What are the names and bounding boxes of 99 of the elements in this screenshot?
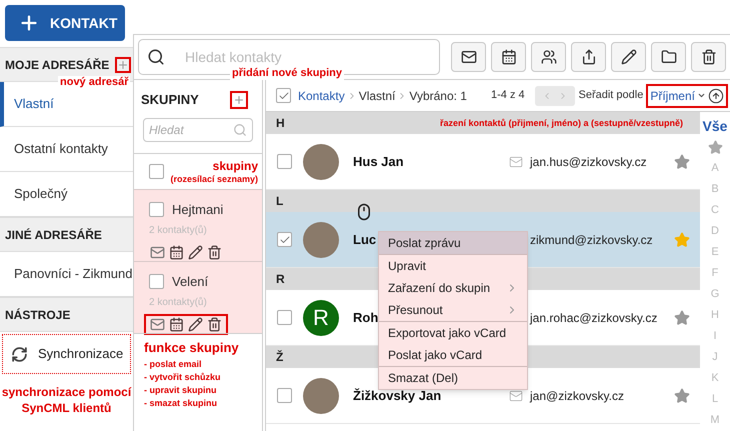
folder-icon (660, 49, 676, 65)
search-field[interactable]: Hledat kontakty (185, 48, 415, 66)
sort-label: Seřadit podle (578, 88, 644, 104)
menu-item[interactable]: Přesunout (379, 299, 527, 321)
checkbox[interactable] (149, 202, 164, 218)
mouse-icon (355, 203, 373, 221)
checkbox[interactable] (276, 88, 291, 103)
page-range: 1-4 z 4 (490, 88, 525, 104)
group-search-box[interactable]: Hledat (143, 118, 253, 142)
trash-icon[interactable] (207, 244, 222, 260)
annotation: skupiny (212, 158, 258, 172)
new-contact-button[interactable]: KONTAKT (5, 5, 125, 41)
checkbox[interactable] (277, 388, 292, 403)
annotation: funkce skupiny (144, 339, 240, 357)
trash-button[interactable] (691, 42, 726, 72)
calendar-button[interactable] (491, 42, 526, 72)
people-icon (540, 49, 556, 65)
annotation: - smazat skupinu (144, 396, 218, 410)
people-button[interactable] (531, 42, 566, 72)
group-card[interactable]: Hejtmani 2 kontakty(ů) (134, 189, 262, 261)
group-name: Hejtmani (172, 201, 224, 219)
menu-item[interactable]: Poslat jako vCard (379, 344, 527, 366)
group-search-field[interactable]: Hledat (149, 119, 229, 141)
plus-icon (117, 58, 129, 70)
menu-item[interactable]: Exportovat jako vCard (379, 322, 527, 344)
menu-item[interactable]: Poslat zprávu (379, 232, 527, 254)
add-group-button[interactable] (230, 91, 248, 109)
group-count: 2 kontakty(ů) (149, 224, 208, 238)
annotation: - vytvořit schůzku (144, 370, 222, 384)
search-icon (147, 48, 165, 66)
menu-item[interactable]: Smazat (Del) (379, 367, 527, 389)
folder-button[interactable] (651, 42, 686, 72)
photo-placeholder (303, 144, 339, 180)
star-icon[interactable] (674, 232, 690, 248)
trash-icon (700, 49, 716, 65)
share-icon (580, 49, 596, 65)
check-icon (278, 234, 290, 246)
section-title: NÁSTROJE (5, 306, 70, 324)
share-button[interactable] (571, 42, 606, 72)
annotation: (rozesílací seznamy) (170, 172, 258, 184)
mail-icon (460, 49, 476, 65)
section-title: MOJE ADRESÁŘE (5, 56, 110, 74)
favorites-star-icon[interactable] (708, 140, 722, 155)
mail-icon[interactable] (150, 316, 165, 332)
check-icon (278, 90, 290, 102)
section-title: JINÉ ADRESÁŘE (5, 226, 102, 244)
caret-icon (697, 91, 706, 100)
calendar-icon[interactable] (169, 244, 184, 260)
sort-direction-icon[interactable] (708, 88, 724, 104)
star-icon[interactable] (674, 310, 690, 326)
groups-title: SKUPINY (141, 91, 199, 110)
refresh-icon (11, 346, 28, 362)
star-icon[interactable] (674, 388, 690, 404)
photo-placeholder (303, 222, 339, 258)
avatar: R (303, 300, 339, 336)
star-icon[interactable] (674, 154, 690, 170)
pencil-icon (620, 49, 636, 65)
checkbox[interactable] (277, 232, 292, 247)
annotation: přidání nové skupiny (230, 67, 344, 80)
calendar-icon (500, 49, 516, 65)
contact-name: Žižkovsky Jan (353, 386, 442, 405)
photo-placeholder (303, 378, 339, 414)
breadcrumb-link[interactable]: Kontakty (298, 86, 345, 104)
annotation: synchronizace pomocí SynCML klientů (0, 384, 132, 416)
contact-email: jan.rohac@zizkovsky.cz (530, 310, 658, 326)
annotation: nový adresář (58, 76, 130, 89)
selection-count: Vybráno: 1 (409, 88, 467, 104)
pencil-icon[interactable] (188, 244, 203, 260)
calendar-icon[interactable] (169, 316, 184, 332)
breadcrumb-link[interactable]: Vlastní (358, 86, 396, 104)
group-count: 2 kontakty(ů) (149, 296, 208, 310)
pencil-icon[interactable] (188, 316, 203, 332)
plus-icon (233, 94, 245, 106)
contact-name: Roh (353, 308, 378, 327)
sync-button[interactable]: Synchronizace (2, 334, 131, 374)
mail-button[interactable] (451, 42, 486, 72)
contact-name: Hus Jan (353, 152, 404, 171)
contact-email: zikmund@zizkovsky.cz (530, 232, 653, 248)
annotation: - poslat email (144, 358, 203, 370)
mail-icon (509, 154, 523, 168)
checkbox[interactable] (277, 310, 292, 325)
search-icon (233, 123, 247, 137)
checkbox[interactable] (277, 154, 292, 169)
contact-email: jan.hus@zizkovsky.cz (530, 154, 647, 170)
mail-icon (509, 388, 523, 402)
annotation: - upravit skupinu (144, 384, 218, 396)
contact-email: jan@zizkovsky.cz (530, 388, 624, 404)
pencil-button[interactable] (611, 42, 646, 72)
group-name: Velení (172, 273, 208, 291)
checkbox[interactable] (149, 164, 164, 179)
alphabet-letter[interactable]: Vše (702, 116, 728, 137)
mail-icon[interactable] (150, 244, 165, 260)
checkbox[interactable] (149, 274, 164, 290)
letter-header: L (266, 190, 700, 212)
group-card[interactable]: Velení 2 kontakty(ů) (134, 261, 262, 333)
contact-name: Luc (353, 230, 376, 249)
add-addressbook-button[interactable] (115, 56, 131, 72)
annotation: řazení kontaktů (přijmení, jméno) a (sestupně/vzestupně) (440, 117, 684, 129)
trash-icon[interactable] (207, 316, 222, 332)
